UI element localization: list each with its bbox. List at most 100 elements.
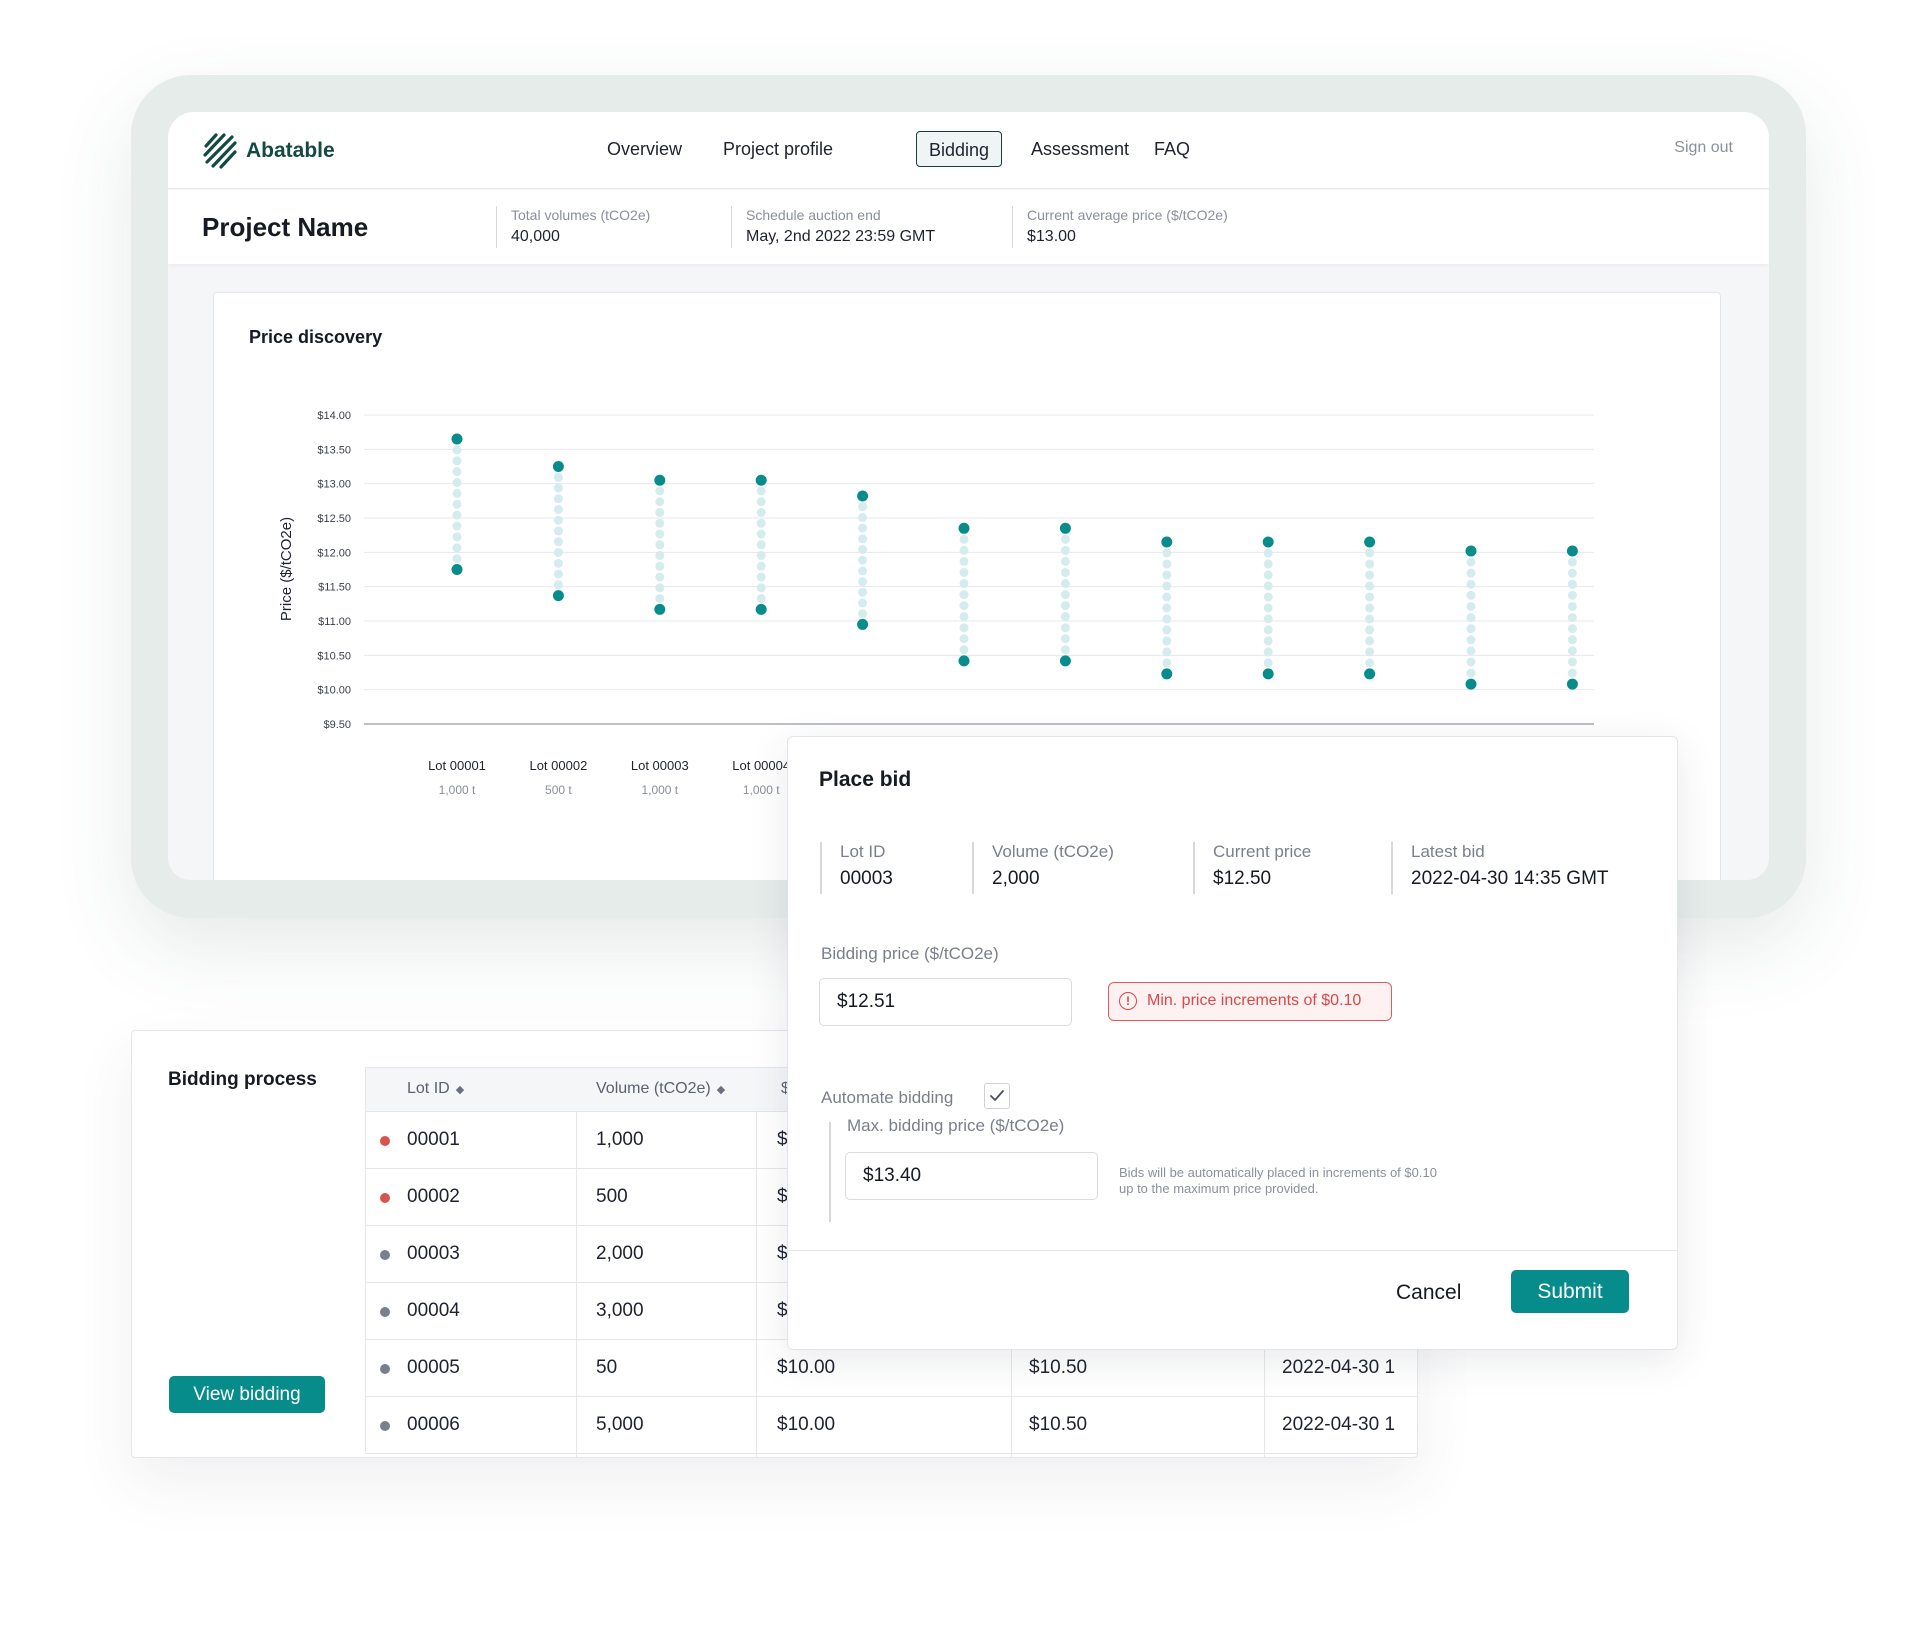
automate-bidding-label: Automate bidding — [821, 1088, 954, 1107]
nav-bidding[interactable]: Bidding — [916, 131, 1003, 167]
range-dot — [1365, 570, 1375, 580]
cell-lot-id: 00002 — [407, 1186, 460, 1207]
range-dot — [756, 583, 766, 593]
cell-latest-bid: 2022-04-30 1 — [1282, 1414, 1396, 1435]
range-dot — [1263, 592, 1273, 602]
status-dot-icon — [380, 1364, 390, 1374]
sort-icon[interactable]: ◆ — [717, 1084, 725, 1096]
max-bidding-price-input[interactable]: $13.40 — [845, 1152, 1098, 1200]
cell-price-low: $ — [777, 1186, 788, 1207]
range-dot — [1466, 657, 1476, 667]
submit-button[interactable]: Submit — [1511, 1270, 1629, 1313]
view-bidding-button[interactable]: View bidding — [169, 1376, 325, 1413]
range-dot — [756, 497, 766, 507]
range-dot — [1162, 647, 1172, 657]
range-dot — [1263, 636, 1273, 646]
range-dot — [553, 515, 563, 525]
cell-volume: 3,000 — [596, 1300, 644, 1321]
dialog-divider — [788, 1250, 1677, 1251]
stat-value: 40,000 — [511, 228, 560, 245]
low-bid-point — [1566, 678, 1578, 690]
low-bid-point — [1364, 668, 1376, 680]
high-bid-point — [857, 490, 869, 502]
stat-value: $13.00 — [1027, 228, 1076, 245]
range-dot — [1162, 636, 1172, 646]
range-dot — [858, 502, 868, 512]
column-lot-id[interactable]: Lot ID ◆ — [407, 1080, 464, 1098]
range-dot — [756, 518, 766, 528]
range-dot — [1365, 614, 1375, 624]
range-dot — [858, 555, 868, 565]
bidding-price-label: Bidding price ($/tCO2e) — [821, 944, 999, 963]
range-dot — [858, 523, 868, 533]
range-dot — [1567, 646, 1577, 656]
range-dot — [1060, 556, 1070, 566]
column-divider — [756, 1112, 757, 1457]
sort-icon[interactable]: ◆ — [456, 1084, 464, 1096]
range-dot — [1263, 581, 1273, 591]
range-dot — [655, 551, 665, 561]
x-tick-label: Lot 00002 — [529, 758, 587, 773]
y-tick-label: $13.00 — [317, 479, 351, 491]
range-dot — [1567, 657, 1577, 667]
column-volume[interactable]: Volume (tCO2e) ◆ — [596, 1080, 725, 1098]
table-row[interactable]: 00006 5,000 $10.00 $10.50 2022-04-30 1 — [366, 1397, 1417, 1454]
y-tick-label: $10.50 — [317, 650, 351, 662]
low-bid-point — [1262, 668, 1274, 680]
range-dot — [1365, 658, 1375, 668]
bidding-price-input[interactable]: $12.51 — [819, 978, 1072, 1026]
cell-price-low: $ — [777, 1243, 788, 1264]
range-dot — [1567, 568, 1577, 578]
range-dot — [1365, 581, 1375, 591]
cell-lot-id: 00001 — [407, 1129, 460, 1150]
high-bid-point — [654, 474, 666, 486]
range-dot — [655, 583, 665, 593]
range-dot — [655, 497, 665, 507]
automate-bidding-checkbox[interactable] — [984, 1083, 1010, 1109]
range-dot — [959, 601, 969, 611]
range-dot — [553, 580, 563, 590]
y-tick-label: $9.50 — [323, 719, 351, 731]
range-dot — [1060, 601, 1070, 611]
range-dot — [1060, 645, 1070, 655]
y-tick-label: $10.00 — [317, 685, 351, 697]
nav-faq[interactable]: FAQ — [1142, 131, 1202, 167]
range-dot — [1060, 534, 1070, 544]
info-label: Volume (tCO2e) — [992, 842, 1114, 861]
range-dot — [655, 572, 665, 582]
high-bid-point — [451, 433, 463, 445]
range-dot — [1365, 603, 1375, 613]
stat-auction-end: Schedule auction end May, 2nd 2022 23:59… — [731, 206, 935, 248]
low-bid-point — [451, 564, 463, 575]
range-dot — [756, 594, 766, 604]
range-dot — [1060, 590, 1070, 600]
range-dot — [858, 545, 868, 555]
stat-label: Total volumes (tCO2e) — [511, 207, 651, 223]
range-dot — [553, 505, 563, 515]
range-dot — [1567, 601, 1577, 611]
cancel-button[interactable]: Cancel — [1396, 1281, 1461, 1305]
cell-lot-id: 00004 — [407, 1300, 460, 1321]
bidding-process-title: Bidding process — [168, 1069, 317, 1090]
project-header: Project Name Total volumes (tCO2e) 40,00… — [168, 190, 1769, 264]
status-dot-icon — [380, 1193, 390, 1203]
cell-latest-bid: 2022-04-30 1 — [1282, 1357, 1396, 1378]
high-bid-point — [1465, 545, 1477, 557]
info-label: Latest bid — [1411, 842, 1485, 861]
nav-assessment[interactable]: Assessment — [1019, 131, 1141, 167]
low-bid-point — [1465, 678, 1477, 690]
info-volume: Volume (tCO2e) 2,000 — [972, 842, 1114, 894]
nav-project-profile[interactable]: Project profile — [711, 131, 845, 167]
low-bid-point — [1059, 655, 1071, 667]
range-dot — [858, 587, 868, 597]
nav-overview[interactable]: Overview — [595, 131, 694, 167]
range-dot — [655, 486, 665, 496]
info-latest-bid: Latest bid 2022-04-30 14:35 GMT — [1391, 842, 1609, 894]
range-dot — [452, 445, 462, 455]
range-dot — [959, 612, 969, 622]
y-tick-label: $11.50 — [318, 582, 351, 594]
x-tick-volume-label: 1,000 t — [743, 783, 780, 797]
range-dot — [959, 545, 969, 555]
sign-out-link[interactable]: Sign out — [1674, 139, 1733, 157]
range-dot — [959, 634, 969, 644]
